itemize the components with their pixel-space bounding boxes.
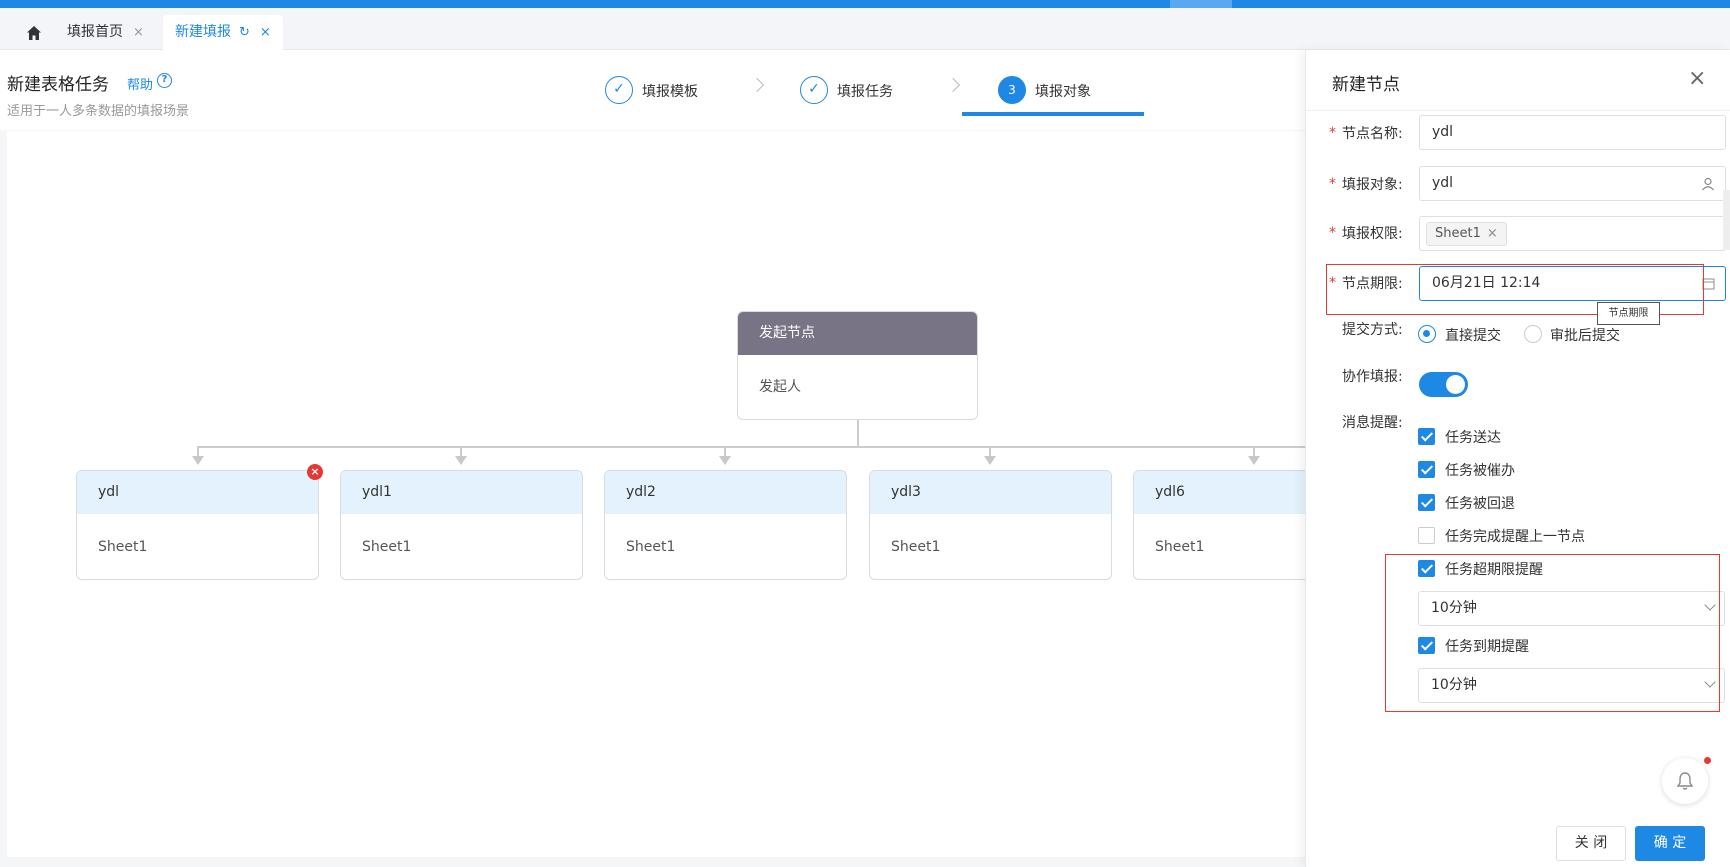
- child-node[interactable]: ydl6 Sheet1: [1133, 470, 1305, 580]
- node-name-label: 节点名称:: [1342, 126, 1403, 142]
- check-icon: ✓: [605, 76, 633, 104]
- step-label: 填报任务: [837, 84, 893, 100]
- root-node[interactable]: 发起节点 发起人: [737, 311, 978, 420]
- bell-icon: [1676, 772, 1694, 790]
- step-label: 填报模板: [642, 84, 698, 100]
- node-body: Sheet1: [362, 539, 412, 555]
- node-body: Sheet1: [626, 539, 676, 555]
- home-icon[interactable]: [20, 20, 50, 44]
- node-title: ydl2: [605, 471, 846, 514]
- remove-node-icon[interactable]: ×: [307, 464, 323, 480]
- top-accent-bar: [0, 0, 1730, 8]
- close-icon[interactable]: ×: [1688, 68, 1706, 90]
- refresh-icon[interactable]: ↻: [239, 25, 250, 40]
- highlight-box: [1385, 554, 1720, 712]
- child-node[interactable]: ydl3 Sheet1: [869, 470, 1112, 580]
- notification-bell-button[interactable]: [1662, 758, 1708, 804]
- checkbox-label: 任务完成提醒上一节点: [1445, 529, 1585, 545]
- tab-bar: 填报首页 × 新建填报 ↻ ×: [0, 8, 1730, 50]
- arrow-down-icon: [719, 456, 731, 465]
- permission-select[interactable]: Sheet1 ×: [1419, 216, 1726, 251]
- notification-dot: [1704, 757, 1711, 764]
- arrow-down-icon: [984, 456, 996, 465]
- divider: [1306, 110, 1730, 111]
- tag-label: Sheet1: [1435, 226, 1481, 241]
- required-mark: *: [1329, 176, 1336, 192]
- required-mark: *: [1329, 125, 1336, 141]
- page-title: 新建表格任务: [7, 75, 109, 95]
- user-icon[interactable]: [1701, 167, 1715, 204]
- submit-label: 提交方式:: [1342, 322, 1403, 338]
- step-number: 3: [998, 76, 1026, 104]
- tab-label: 新建填报: [175, 24, 231, 40]
- node-title: ydl3: [870, 471, 1111, 514]
- node-title: ydl1: [341, 471, 582, 514]
- child-node[interactable]: ydl2 Sheet1: [604, 470, 847, 580]
- arrow-down-icon: [1248, 456, 1260, 465]
- tab-new-fill[interactable]: 新建填报 ↻ ×: [163, 15, 283, 50]
- drawer-scrollbar[interactable]: [1723, 190, 1730, 250]
- node-title: ydl6: [1134, 471, 1305, 514]
- radio-direct-submit[interactable]: [1418, 325, 1436, 343]
- deadline-tooltip: 节点期限: [1597, 302, 1660, 325]
- chevron-right-icon: [945, 77, 961, 93]
- node-name-input[interactable]: ydl: [1419, 115, 1726, 150]
- node-title: ydl: [77, 471, 318, 514]
- connector-line: [857, 420, 859, 447]
- target-input[interactable]: ydl: [1419, 166, 1726, 201]
- arrow-down-icon: [192, 456, 204, 465]
- checkbox-label: 任务被回退: [1445, 496, 1515, 512]
- page-header: 新建表格任务 帮助 ? 适用于一人多条数据的填报场景 ✓ 填报模板 ✓ 填报任务…: [0, 50, 1305, 130]
- connector-line: [197, 446, 1305, 448]
- node-body: Sheet1: [98, 539, 148, 555]
- checkbox-task-returned[interactable]: [1418, 494, 1435, 511]
- radio-label: 审批后提交: [1550, 328, 1620, 344]
- radio-approval-submit[interactable]: [1524, 325, 1542, 343]
- node-body: 发起人: [759, 379, 801, 395]
- collab-switch[interactable]: [1419, 372, 1468, 397]
- drawer-title: 新建节点: [1332, 75, 1400, 95]
- help-link[interactable]: 帮助: [127, 74, 153, 93]
- radio-label: 直接提交: [1445, 328, 1501, 344]
- target-label: 填报对象:: [1342, 177, 1403, 193]
- checkbox-label: 任务送达: [1445, 430, 1501, 446]
- page-subtitle: 适用于一人多条数据的填报场景: [7, 104, 190, 119]
- close-icon[interactable]: ×: [133, 25, 144, 40]
- permission-label: 填报权限:: [1342, 226, 1403, 242]
- target-value: ydl: [1432, 175, 1454, 191]
- checkbox-task-urged[interactable]: [1418, 461, 1435, 478]
- help-icon[interactable]: ?: [157, 73, 172, 88]
- notify-label: 消息提醒:: [1342, 415, 1403, 431]
- close-button[interactable]: 关 闭: [1556, 826, 1626, 861]
- confirm-button[interactable]: 确 定: [1635, 826, 1705, 861]
- tab-label: 填报首页: [67, 24, 123, 40]
- check-icon: ✓: [800, 76, 828, 104]
- collab-label: 协作填报:: [1342, 369, 1403, 385]
- tab-fill-home[interactable]: 填报首页 ×: [55, 15, 156, 50]
- node-body: Sheet1: [1155, 539, 1205, 555]
- checkbox-label: 任务被催办: [1445, 463, 1515, 479]
- step-label: 填报对象: [1035, 84, 1091, 100]
- required-mark: *: [1329, 225, 1336, 241]
- arrow-down-icon: [455, 456, 467, 465]
- checkbox-task-delivered[interactable]: [1418, 428, 1435, 445]
- child-node[interactable]: ydl1 Sheet1: [340, 470, 583, 580]
- node-title: 发起节点: [738, 312, 977, 355]
- node-body: Sheet1: [891, 539, 941, 555]
- child-node[interactable]: ydl Sheet1: [76, 470, 319, 580]
- close-icon[interactable]: ×: [260, 25, 271, 40]
- tag-close-icon[interactable]: ×: [1487, 226, 1498, 241]
- permission-tag: Sheet1 ×: [1426, 222, 1507, 246]
- checkbox-task-complete-notify[interactable]: [1418, 527, 1435, 544]
- top-accent-notch: [1170, 0, 1232, 8]
- new-node-drawer: 新建节点 × * 节点名称: ydl * 填报对象: ydl * 填报权限: S…: [1305, 50, 1730, 867]
- chevron-right-icon: [749, 77, 765, 93]
- active-step-underline: [962, 112, 1144, 116]
